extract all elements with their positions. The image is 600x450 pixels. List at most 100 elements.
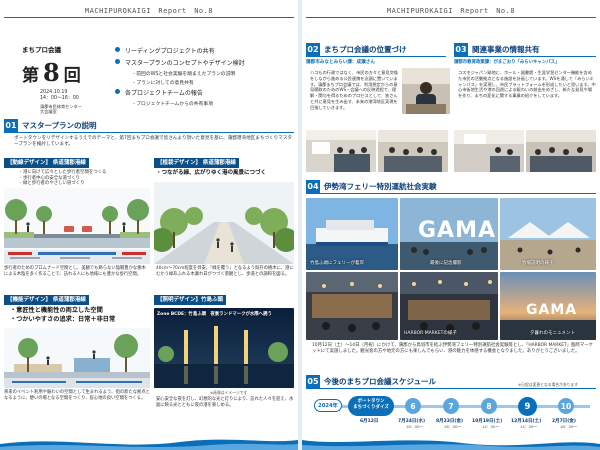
meeting-9-time: 14：00～ (520, 424, 538, 429)
section-rule (306, 193, 596, 194)
header-rule (306, 17, 596, 18)
photo-caption: 夕暮れのモニュメント (530, 331, 575, 336)
sunset-photo: GAMA 夕暮れのモニュメント (500, 272, 596, 340)
section-rule (4, 132, 294, 133)
section-title: 伊勢湾フェリー特別運航社会実験 (324, 182, 437, 191)
agenda-item: マスタープランのコンセプトやデザイン検討 (115, 58, 295, 67)
agenda-sub: - プロジェクトチームからの共有事項 (133, 102, 213, 107)
function-section-diagram (4, 328, 150, 388)
section-title: 関連事業の情報共有 (472, 45, 540, 54)
function-design-badge: 【機能デザイン】 県道蒲郡港線 (4, 295, 89, 305)
meeting-8-marker: 8 (481, 398, 497, 414)
header-rule (4, 17, 294, 18)
market-photo-2: HARBOR MARKETの様子 (400, 272, 498, 340)
schedule-year: 2024年 (314, 399, 342, 412)
venue-line-2: 大会議室 (40, 109, 57, 114)
meeting-date: 2024.10.19 14：00～16：00 (40, 90, 79, 102)
section-number: 03 (454, 43, 468, 56)
function-design-body: 将来のイベント利用や賑わいの空間として生まれるよう、街の新たな拠点となるように、… (4, 390, 150, 401)
meeting-number: 第8回 (22, 58, 81, 87)
schedule-start-pill: ポートタウン まちづくりダイズ (348, 396, 394, 416)
section-number: 02 (306, 43, 320, 56)
section-03-lead: 蒲郡市教育政策課：がまごおり「みらいキャンパス」 (454, 60, 560, 65)
agenda-label: リーディングプロジェクトの共有 (125, 48, 215, 55)
section-02-header: 02 まちプロ会議の位置づけ (306, 43, 407, 56)
section-02-body: ハコもの行政ではなく、市民の方々と意見交換をしながら進める公民連携を念頭に置いて… (310, 70, 398, 110)
movement-design-badge: 【動線デザイン】 県道蒲郡港線 (4, 158, 89, 168)
street-section-diagram (4, 188, 150, 264)
section-03-body: コスモジャパン跡地に、ホール・図書館・生涯学習センター機能を含めた市民の活動拠点… (458, 70, 596, 99)
section-number: 04 (306, 180, 320, 193)
market-photo-1 (306, 272, 398, 340)
section-number: 05 (306, 375, 320, 388)
left-page: MACHIPUROKAIGI Report No.8 まちプロ会議 第8回 20… (0, 0, 298, 450)
meeting-7-marker: 7 (443, 398, 459, 414)
meeting-photo-4 (526, 130, 596, 172)
section-title: まちプロ会議の位置づけ (324, 45, 407, 54)
lighting-night-render: Zone BCDE：竹島ふ頭 夜景ランドマークが水際へ誘う (154, 308, 294, 388)
planting-design-body: 40cm～70cm程度を目安。「緑を覆う」となるよう既存の樹木に、港にむかう緑あ… (156, 266, 294, 277)
photo-caption: 最後に記念撮影 (430, 261, 462, 266)
section-01-intro: ポートタウンをリデザインするうえでのテーマと、第7回まちプロ会議で皆さんより頂い… (14, 136, 293, 148)
agenda-sub: - 前回のWSと社会実験を踏まえたプランの説明 (133, 72, 236, 77)
meeting-6-marker: 6 (405, 398, 421, 414)
bullet-dot-icon (115, 59, 120, 64)
gama-monument-text: GAMA (418, 218, 497, 243)
section-rule (306, 388, 596, 389)
function-design-heading-2: ・つかいやすさの追求：日常＋非日常 (10, 316, 116, 323)
meeting-title: まちプロ会議 (22, 46, 61, 54)
section-02-lead: 蒲郡市みなとみらい課：成瀬さん (306, 60, 375, 65)
meeting-7-time: 18：00～ (444, 424, 462, 429)
meeting-venue: 蒲郡市民体育センター 大会議室 (40, 104, 82, 114)
meeting-10-marker: 10 (558, 398, 574, 414)
agenda: リーディングプロジェクトの共有 マスタープランのコンセプトやデザイン検討 - 前… (115, 46, 295, 109)
lighting-design-badge: 【照明デザイン】竹島ふ頭 (154, 295, 227, 305)
planting-design-badge: 【植栽デザイン】 県道蒲郡港線 (154, 158, 239, 168)
ferry-photo: 竹島ふ頭にフェリーが着岸 (306, 198, 398, 270)
section-01-header: 01 マスタープランの説明 (4, 119, 97, 132)
meeting-8-time: 14：00～ (482, 424, 500, 429)
header-right: MACHIPUROKAIGI Report No.8 (386, 7, 516, 15)
planting-render (154, 182, 294, 264)
number-value: 8 (43, 58, 60, 87)
footer-wave (0, 439, 298, 450)
meeting-photo-3 (454, 130, 524, 172)
photo-caption: HARBOR MARKETの様子 (404, 331, 457, 336)
meeting-photo-2 (378, 130, 448, 172)
agenda-sub: - プランに対しての意見共有 (133, 81, 194, 86)
section-03-header: 03 関連事業の情報共有 (454, 43, 540, 56)
bullet-dot-icon (115, 47, 120, 52)
movement-design-body: 歩行者のためのプロムナード空間とし、美観でも飾らない陰翳豊かな樹木による木陰を多… (4, 266, 146, 277)
meeting-6-time: 18：00～ (406, 424, 424, 429)
movement-design-points: - 港に向けて広々とした歩行者空間をつくる - 歩行者中心の安全な道づくり - … (20, 170, 160, 187)
function-design-heading-1: ・意匠性と機能性の両立した空間 (10, 307, 103, 314)
point-line: - 緑と歩行者のやさしい道づくり (20, 181, 85, 187)
start-date: 6月12日 (360, 419, 379, 424)
gama-monument-text: GAMA (526, 302, 578, 318)
schedule-note: ※日程は変更となる場合があります (518, 382, 579, 387)
meeting-9-marker: 9 (518, 397, 537, 416)
section-rule (306, 56, 446, 57)
image-note: ※画像はイメージです (210, 390, 248, 395)
speaker-photo (402, 68, 450, 114)
photo-caption: 竹島ふ頭にフェリーが着岸 (310, 261, 364, 266)
lighting-design-body: 安心安全な夜を灯し、幻想的な光と灯りにより、訪れた人々を迎え、水面に映る光ととも… (156, 397, 294, 408)
section-rule (454, 56, 596, 57)
lighting-panel-label: Zone BCDE：竹島ふ頭 夜景ランドマークが水際へ誘う (157, 312, 272, 317)
header-left: MACHIPUROKAIGI Report No.8 (84, 7, 214, 15)
schedule-timeline: 2024年 ポートタウン まちづくりダイズ 6月12日 6 7月24日(水) 1… (312, 396, 596, 436)
section-04-body: 10月12日（土）～14日（月祝）にかけて、蒲郡から鳥羽市を結ぶ伊勢湾フェリー特… (312, 343, 594, 354)
planting-design-heading: ・つながる緑、広がりゆく港の風景につづく (156, 170, 267, 176)
start-label-2: まちづくりダイズ (353, 405, 389, 410)
agenda-label: マスタープランのコンセプトやデザイン検討 (125, 60, 245, 67)
meeting-photo-1 (306, 130, 376, 172)
agenda-item: 各プロジェクトチームの報告 (115, 88, 295, 97)
time-value: 14：00～16：00 (40, 96, 79, 101)
bullet-dot-icon (115, 89, 120, 94)
section-04-header: 04 伊勢湾フェリー特別運航社会実験 (306, 180, 437, 193)
photo-caption: 会場説明の様子 (522, 261, 554, 266)
dai-label: 第 (22, 66, 39, 86)
meeting-10-time: 18：00～ (560, 424, 578, 429)
kai-label: 回 (63, 66, 81, 86)
section-number: 01 (4, 119, 18, 132)
